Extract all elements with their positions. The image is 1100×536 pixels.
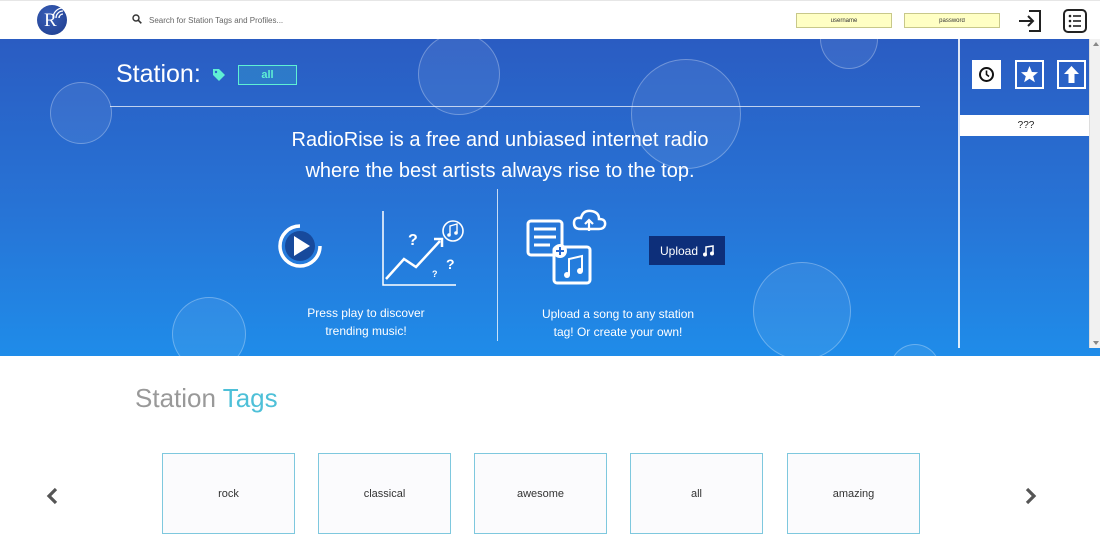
play-caption-line: trending music!	[325, 324, 407, 338]
decorative-bubble	[753, 262, 851, 356]
decorative-bubble	[820, 39, 878, 69]
upload-caption: Upload a song to any station tag! Or cre…	[528, 305, 708, 341]
station-tag-card[interactable]: all	[630, 453, 763, 534]
clock-icon	[979, 67, 994, 82]
tagline-line: RadioRise is a free and unbiased interne…	[291, 129, 709, 151]
upload-button-label: Upload	[659, 243, 699, 258]
side-panel-status: ???	[960, 115, 1092, 136]
radiorise-logo[interactable]: R	[37, 5, 67, 35]
station-tags-heading: Station Tags	[135, 383, 278, 414]
password-field[interactable]	[904, 13, 1000, 28]
decorative-bubble	[172, 297, 246, 356]
hero-divider	[110, 106, 920, 107]
station-tag-card[interactable]: rock	[162, 453, 295, 534]
tagline: RadioRise is a free and unbiased interne…	[150, 125, 850, 187]
svg-text:?: ?	[408, 232, 418, 249]
search-icon	[132, 14, 142, 24]
decorative-bubble	[418, 39, 500, 115]
login-icon[interactable]	[1018, 10, 1042, 32]
username-field[interactable]	[796, 13, 892, 28]
decorative-bubble	[50, 82, 112, 144]
list-icon	[1068, 14, 1081, 28]
side-panel: ???	[958, 39, 1100, 348]
radio-waves-icon	[52, 7, 64, 19]
heading-part: Station	[135, 383, 216, 413]
station-tag-card[interactable]: amazing	[787, 453, 920, 534]
station-tag-card[interactable]: awesome	[474, 453, 607, 534]
hero-banner: Station: all RadioRise is a free and unb…	[0, 39, 1100, 356]
search-input[interactable]	[149, 12, 469, 28]
arrow-up-icon	[1064, 66, 1079, 83]
chevron-right-icon[interactable]	[1024, 487, 1038, 505]
station-tag-card[interactable]: classical	[318, 453, 451, 534]
station-label: Station:	[116, 60, 201, 88]
menu-list-button[interactable]	[1063, 9, 1087, 33]
decorative-bubble	[890, 344, 940, 356]
heading-accent: Tags	[222, 383, 278, 413]
scroll-up-icon[interactable]	[1093, 42, 1099, 46]
top-bar: R	[0, 0, 1100, 39]
svg-text:?: ?	[446, 256, 455, 272]
side-panel-scrollbar[interactable]	[1089, 39, 1100, 348]
recent-button[interactable]	[972, 60, 1001, 89]
upload-song-icon	[526, 209, 607, 285]
trending-chart-icon: ? ? ?	[382, 211, 464, 286]
music-note-icon	[703, 244, 715, 256]
play-caption: Press play to discover trending music!	[296, 304, 436, 340]
favorites-button[interactable]	[1015, 60, 1044, 89]
svg-text:?: ?	[432, 269, 438, 279]
tag-icon	[213, 69, 225, 81]
upload-button[interactable]: Upload	[649, 236, 725, 265]
tagline-line: where the best artists always rise to th…	[305, 160, 695, 182]
chevron-left-icon[interactable]	[45, 487, 59, 505]
upload-caption-line: Upload a song to any station	[541, 307, 695, 321]
play-button-icon[interactable]	[277, 223, 323, 269]
current-station-badge[interactable]: all	[238, 65, 297, 85]
section-divider	[497, 189, 498, 341]
scroll-down-icon[interactable]	[1093, 341, 1099, 345]
play-caption-line: Press play to discover	[307, 306, 425, 320]
star-icon	[1021, 66, 1038, 83]
top-rising-button[interactable]	[1057, 60, 1086, 89]
upload-caption-line: tag! Or create your own!	[553, 325, 683, 339]
